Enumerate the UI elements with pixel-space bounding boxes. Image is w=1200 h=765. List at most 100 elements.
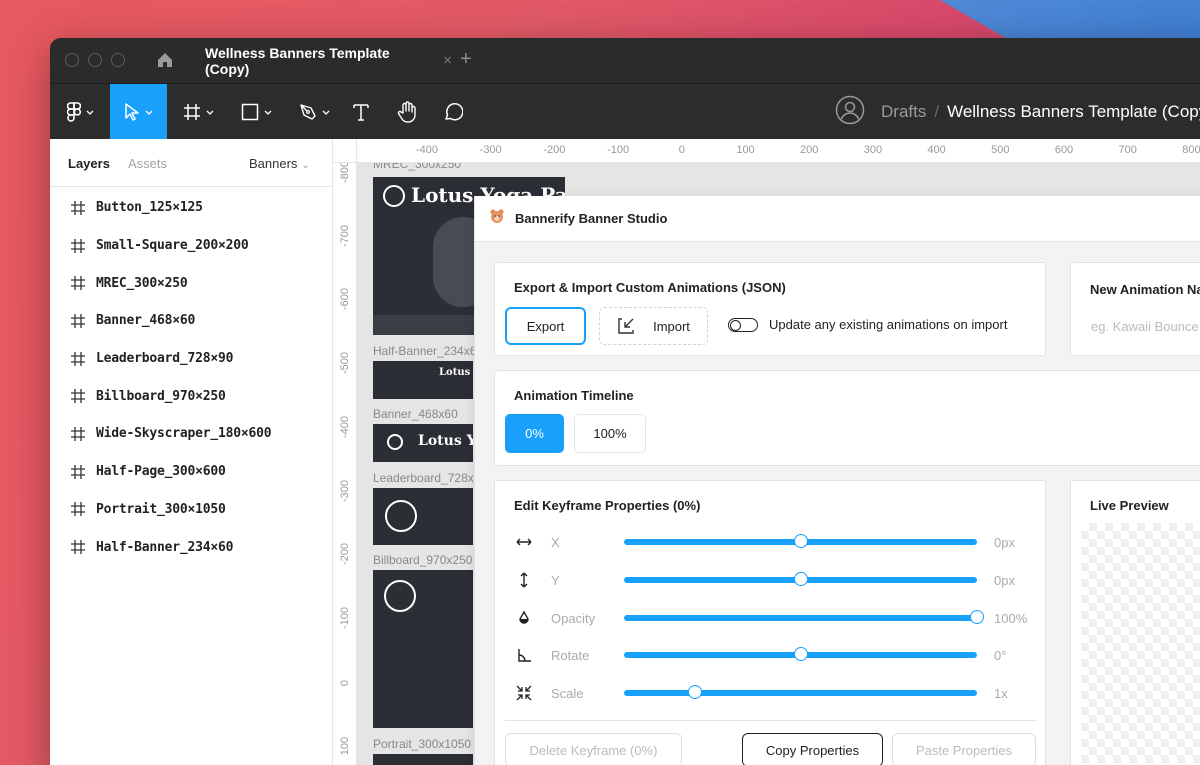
frame-tool-button[interactable] bbox=[170, 84, 226, 140]
new-tab-button[interactable]: + bbox=[460, 48, 472, 71]
lotus-logo-icon bbox=[383, 185, 405, 207]
tab-close-icon[interactable]: × bbox=[443, 52, 452, 69]
frame-hash-icon bbox=[71, 426, 85, 441]
close-window-button[interactable] bbox=[65, 53, 79, 67]
frame-banner[interactable]: Lotus Yoga bbox=[373, 424, 473, 462]
ruler-horizontal: -400 -300 -200 -100 0 100 200 300 400 500 600 700 80… bbox=[357, 139, 1200, 163]
tab-assets[interactable]: Assets bbox=[128, 156, 167, 171]
frame-leaderboard[interactable] bbox=[373, 488, 473, 545]
arrows-vertical-icon bbox=[520, 572, 528, 588]
paste-properties-button[interactable]: Paste Properties bbox=[892, 733, 1036, 765]
arrows-horizontal-icon bbox=[516, 538, 532, 546]
document-tab[interactable]: Wellness Banners Template (Copy) × bbox=[190, 38, 452, 83]
new-animation-card: New Animation Name eg. Kawaii Bounce bbox=[1070, 262, 1200, 356]
frame-label-portrait[interactable]: Portrait_300x1050 bbox=[373, 737, 471, 751]
text-tool-button[interactable] bbox=[344, 84, 378, 140]
layer-item[interactable]: Half-Banner_234×60 bbox=[50, 528, 332, 566]
frame-half-banner-headline: Lotus Yoga Pants bbox=[439, 367, 473, 378]
slider-thumb[interactable] bbox=[793, 534, 808, 548]
ruler-tick-label: 700 bbox=[1118, 144, 1137, 156]
frame-hash-icon bbox=[71, 276, 85, 291]
frame-half-banner[interactable]: Lotus Yoga Pants bbox=[373, 361, 473, 399]
document-tab-title: Wellness Banners Template (Copy) bbox=[205, 44, 390, 77]
shape-tool-button[interactable] bbox=[228, 84, 284, 140]
layer-name: Half-Banner_234×60 bbox=[96, 539, 234, 555]
layer-name: Button_125×125 bbox=[96, 200, 203, 216]
home-icon[interactable] bbox=[157, 52, 173, 73]
property-row-rotate: Rotate 0° bbox=[495, 636, 1045, 674]
property-slider[interactable] bbox=[624, 534, 977, 548]
ruler-tick-label: -400 bbox=[339, 415, 351, 438]
property-label: Scale bbox=[551, 686, 584, 702]
layer-item[interactable]: Banner_468×60 bbox=[50, 302, 332, 340]
minimize-window-button[interactable] bbox=[88, 53, 102, 67]
ruler-tick-label: 200 bbox=[800, 144, 819, 156]
frame-hash-icon bbox=[71, 540, 85, 555]
layer-list: Button_125×125 Small-Square_200×200 MREC_3… bbox=[50, 189, 332, 566]
preview-canvas bbox=[1081, 523, 1200, 763]
animation-timeline-title: Animation Timeline bbox=[514, 388, 634, 403]
maximize-window-button[interactable] bbox=[111, 53, 125, 67]
property-slider[interactable] bbox=[624, 609, 984, 624]
layer-item[interactable]: Billboard_970×250 bbox=[50, 377, 332, 415]
frame-label-banner[interactable]: Banner_468x60 bbox=[373, 407, 458, 421]
hand-tool-button[interactable] bbox=[390, 84, 424, 140]
frame-hash-icon bbox=[183, 104, 200, 120]
property-value: 0px bbox=[994, 572, 1015, 588]
frame-portrait[interactable] bbox=[373, 754, 473, 765]
ruler-tick-label: 0 bbox=[339, 679, 351, 686]
breadcrumb-separator: / bbox=[934, 102, 940, 121]
slider-thumb[interactable] bbox=[793, 571, 808, 586]
slider-thumb[interactable] bbox=[793, 647, 808, 662]
user-avatar-icon[interactable] bbox=[835, 95, 865, 130]
delete-keyframe-button[interactable]: Delete Keyframe (0%) bbox=[505, 733, 682, 765]
slider-thumb[interactable] bbox=[970, 609, 984, 624]
layer-item[interactable]: Wide-Skyscraper_180×600 bbox=[50, 415, 332, 453]
keyframe-100-button[interactable]: 100% bbox=[574, 414, 646, 453]
keyframe-0-button[interactable]: 0% bbox=[505, 414, 564, 453]
opacity-drop-icon bbox=[519, 610, 529, 624]
layer-item[interactable]: Button_125×125 bbox=[50, 189, 332, 227]
frame-hash-icon bbox=[71, 200, 85, 215]
export-import-title: Export & Import Custom Animations (JSON) bbox=[514, 280, 786, 295]
layer-item[interactable]: Half-Page_300×600 bbox=[50, 453, 332, 491]
main-menu-button[interactable] bbox=[50, 84, 110, 140]
frame-label-billboard[interactable]: Billboard_970x250 bbox=[373, 553, 472, 567]
layer-item[interactable]: Small-Square_200×200 bbox=[50, 227, 332, 265]
ruler-tick-label: 600 bbox=[1054, 144, 1074, 156]
ruler-vertical: -800 -700 -600 -500 -400 -300 -200 -100 0 100 bbox=[333, 161, 357, 765]
breadcrumb-file-name[interactable]: Wellness Banners Template (Copy) bbox=[947, 102, 1200, 122]
plugin-window: Bannerify Banner Studio Export & Import … bbox=[474, 196, 1200, 765]
plugin-title: Bannerify Banner Studio bbox=[515, 211, 668, 226]
ruler-tick-label: 400 bbox=[927, 144, 946, 156]
property-slider[interactable] bbox=[624, 685, 977, 700]
property-slider[interactable] bbox=[624, 647, 977, 662]
property-label: Rotate bbox=[551, 648, 590, 664]
ruler-tick-label: 800 bbox=[1182, 144, 1200, 156]
frame-label-leaderboard[interactable]: Leaderboard_728x90 bbox=[373, 471, 487, 485]
property-slider[interactable] bbox=[624, 571, 977, 586]
pen-tool-button[interactable] bbox=[286, 84, 342, 140]
ruler-tick-label: -500 bbox=[339, 352, 351, 375]
move-tool-button[interactable] bbox=[110, 84, 167, 140]
page-selector-label: Banners bbox=[249, 156, 298, 171]
tab-layers[interactable]: Layers bbox=[68, 156, 110, 171]
layer-name: MREC_300×250 bbox=[96, 275, 188, 291]
animation-name-input[interactable]: eg. Kawaii Bounce bbox=[1090, 311, 1200, 341]
frame-label-half-banner[interactable]: Half-Banner_234x60 bbox=[373, 344, 483, 358]
layer-item[interactable]: Leaderboard_728×90 bbox=[50, 340, 332, 378]
layer-item[interactable]: Portrait_300×1050 bbox=[50, 491, 332, 529]
update-animations-toggle[interactable] bbox=[728, 318, 758, 332]
layer-item[interactable]: MREC_300×250 bbox=[50, 264, 332, 302]
frame-billboard[interactable] bbox=[373, 570, 473, 728]
layer-name: Leaderboard_728×90 bbox=[96, 351, 234, 367]
copy-properties-button[interactable]: Copy Properties bbox=[742, 733, 883, 765]
comment-tool-button[interactable] bbox=[436, 84, 470, 140]
export-button[interactable]: Export bbox=[505, 307, 586, 345]
slider-thumb[interactable] bbox=[687, 685, 702, 700]
page-selector[interactable]: Banners ⌄ bbox=[249, 156, 310, 171]
breadcrumb-drafts[interactable]: Drafts bbox=[881, 102, 926, 122]
property-row-y: Y 0px bbox=[495, 561, 1045, 599]
import-button[interactable]: Import bbox=[599, 307, 708, 345]
property-label: Y bbox=[551, 572, 560, 588]
